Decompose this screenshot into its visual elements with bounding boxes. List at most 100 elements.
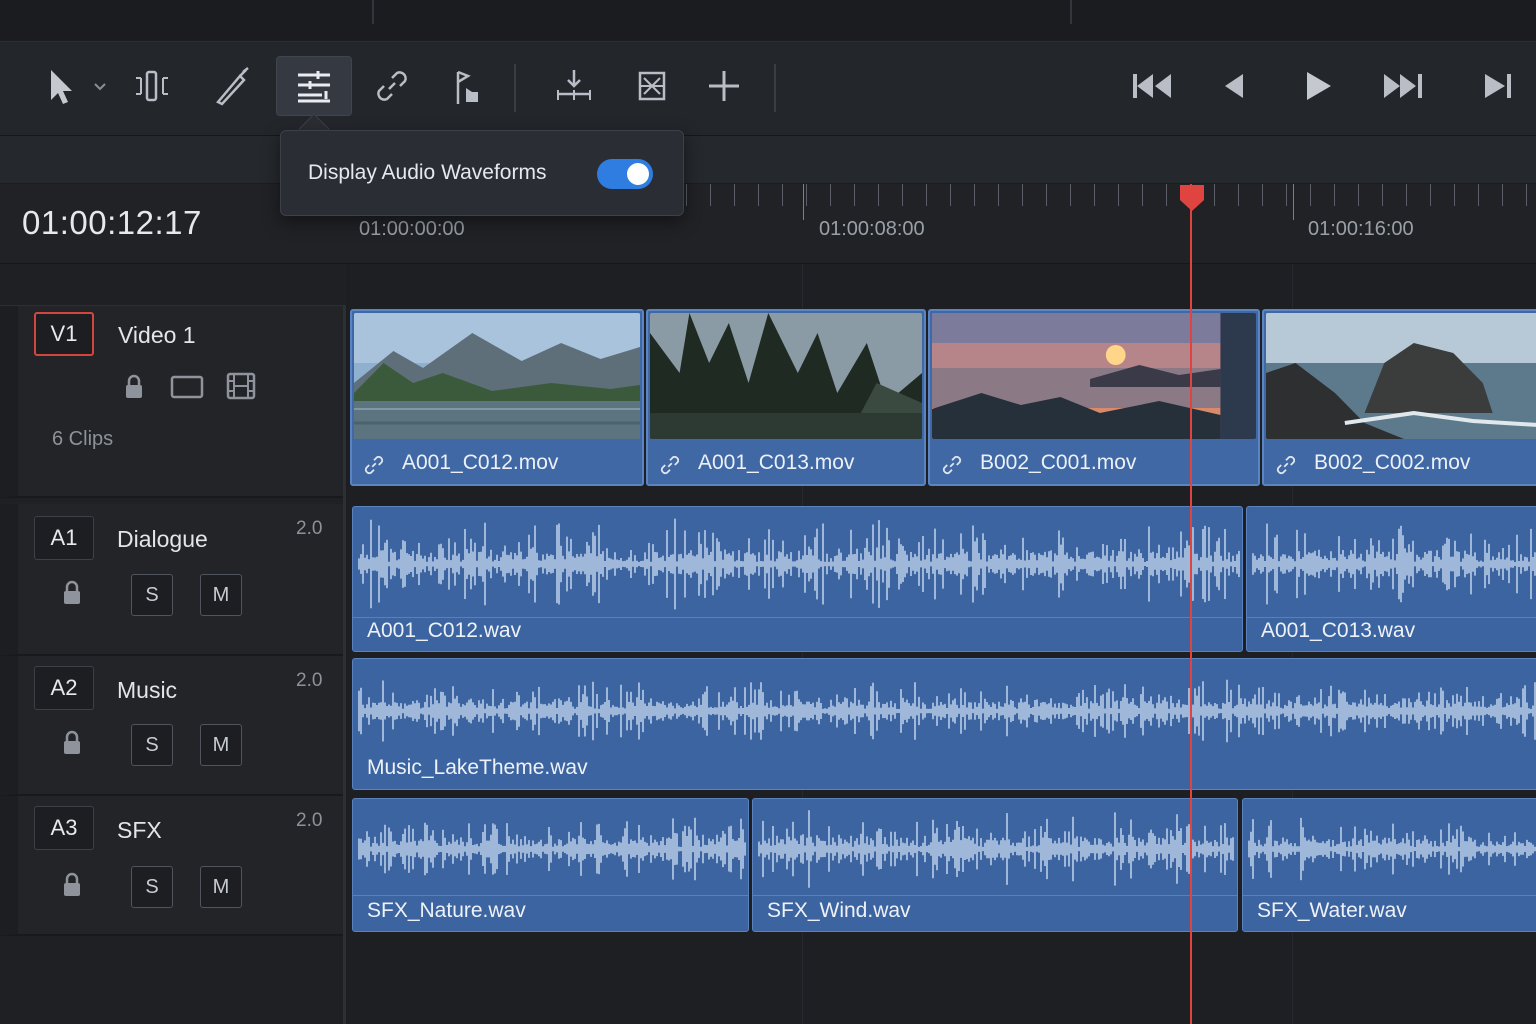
ruler-tick <box>1334 184 1335 206</box>
solo-button[interactable]: S <box>131 574 173 616</box>
lock-icon[interactable] <box>60 580 84 606</box>
blade-icon <box>216 67 249 106</box>
audio-waveform <box>1252 523 1536 605</box>
track-headers: V1 Video 1 6 Clips A1 Dialogue 2.0 S M A… <box>0 264 346 1024</box>
mute-button[interactable]: M <box>200 866 242 908</box>
audio-clip[interactable]: SFX_Nature.wav <box>352 798 749 932</box>
skip-to-end-button[interactable] <box>1472 56 1522 116</box>
solo-button[interactable]: S <box>131 724 173 766</box>
view-options-icon <box>298 71 330 103</box>
audio-clip[interactable]: Music_LakeTheme.wav <box>352 658 1536 790</box>
video-clip[interactable]: A001_C012.mov <box>350 309 644 486</box>
ruler-tick <box>710 184 711 206</box>
play-button[interactable] <box>1292 56 1342 116</box>
marker-button[interactable] <box>626 56 678 116</box>
track-badge-v1[interactable]: V1 <box>34 312 94 356</box>
ruler-tick <box>1262 184 1263 206</box>
ruler-tick <box>1046 184 1047 206</box>
ruler-tick <box>1382 184 1383 206</box>
audio-waveform <box>758 810 1234 888</box>
ruler-tick <box>1526 184 1527 206</box>
track-name[interactable]: SFX <box>117 817 162 844</box>
ruler-label: 01:00:08:00 <box>819 218 925 240</box>
mute-button[interactable]: M <box>200 574 242 616</box>
skip-to-end-icon <box>1485 74 1511 98</box>
track-header-a1[interactable]: A1 Dialogue 2.0 S M <box>0 504 343 656</box>
blade-tool-button[interactable] <box>206 56 258 116</box>
ruler-tick <box>758 184 759 206</box>
clip-thumbnail <box>932 313 1256 439</box>
mute-button[interactable]: M <box>200 724 242 766</box>
audio-clip[interactable]: SFX_Wind.wav <box>752 798 1238 932</box>
solo-button[interactable]: S <box>131 866 173 908</box>
track-name[interactable]: Dialogue <box>117 526 208 553</box>
clip-name: B002_C002.mov <box>1314 451 1471 474</box>
waveform-path <box>758 810 1234 888</box>
audio-clip[interactable]: A001_C013.wav <box>1246 506 1536 652</box>
clip-divider <box>1243 895 1536 896</box>
video-clip[interactable]: B002_C001.mov <box>928 309 1260 486</box>
ruler-major-tick <box>803 184 804 220</box>
track-name[interactable]: Music <box>117 677 177 704</box>
ruler-tick <box>1118 184 1119 206</box>
trim-tool-button[interactable] <box>126 56 178 116</box>
monitor-icon[interactable] <box>170 374 204 400</box>
film-strip-icon[interactable] <box>226 372 256 400</box>
playhead-handle[interactable] <box>1179 184 1205 212</box>
playhead-line[interactable] <box>1190 184 1192 1024</box>
ruler-tick <box>1094 184 1095 206</box>
audio-clip[interactable]: A001_C012.wav <box>352 506 1243 652</box>
ruler-label: 01:00:16:00 <box>1308 218 1414 240</box>
ruler-tick <box>950 184 951 206</box>
video-clip[interactable]: A001_C013.mov <box>646 309 926 486</box>
step-back-icon <box>1225 74 1243 98</box>
add-button[interactable] <box>698 56 750 116</box>
track-header-a3[interactable]: A3 SFX 2.0 S M <box>0 796 343 936</box>
flag-tool-button[interactable] <box>440 56 492 116</box>
ruler-tick <box>998 184 999 206</box>
panel-divider[interactable] <box>372 0 374 24</box>
linked-selection-button[interactable] <box>366 56 418 116</box>
clip-name: SFX_Nature.wav <box>367 899 526 922</box>
ruler-tick <box>1430 184 1431 206</box>
audio-clip[interactable]: SFX_Water.wav <box>1242 798 1536 932</box>
ruler-tick <box>1238 184 1239 206</box>
clip-thumbnail <box>354 313 640 439</box>
clip-count: 6 Clips <box>52 428 114 450</box>
flag-icon <box>456 70 478 104</box>
timeline-view-options-button[interactable] <box>276 56 352 116</box>
clip-divider <box>1247 617 1536 618</box>
timecode-display[interactable]: 01:00:12:17 <box>22 204 202 242</box>
track-name[interactable]: Video 1 <box>118 322 196 349</box>
step-back-button[interactable] <box>1208 56 1258 116</box>
link-icon <box>660 455 680 475</box>
ruler-tick <box>1310 184 1311 206</box>
track-header-a2[interactable]: A2 Music 2.0 S M <box>0 656 343 796</box>
ruler-tick <box>974 184 975 206</box>
timeline-tracks[interactable]: A001_C012.mov A001_C013.mov B002_C001.mo… <box>349 264 1536 1024</box>
clip-thumbnail <box>1266 313 1536 439</box>
lock-icon[interactable] <box>122 374 146 400</box>
selection-tool-button[interactable] <box>36 56 112 116</box>
skip-to-start-icon <box>1133 74 1171 98</box>
display-waveforms-toggle[interactable] <box>597 159 653 189</box>
video-clip[interactable]: B002_C002.mov <box>1262 309 1536 486</box>
skip-to-start-button[interactable] <box>1122 56 1182 116</box>
lock-icon[interactable] <box>60 872 84 898</box>
ruler-tick <box>926 184 927 206</box>
ruler-tick <box>902 184 903 206</box>
track-header-v1[interactable]: V1 Video 1 6 Clips <box>0 306 343 498</box>
toggle-knob <box>627 163 649 185</box>
snapping-button[interactable] <box>546 56 602 116</box>
track-badge-a3[interactable]: A3 <box>34 806 94 850</box>
marker-icon <box>638 71 666 101</box>
track-badge-a1[interactable]: A1 <box>34 516 94 560</box>
panel-divider[interactable] <box>1070 0 1072 24</box>
skip-next-button[interactable] <box>1374 56 1432 116</box>
clip-name: SFX_Water.wav <box>1257 899 1407 922</box>
clip-thumbnail <box>650 313 922 439</box>
track-badge-a2[interactable]: A2 <box>34 666 94 710</box>
lock-icon[interactable] <box>60 730 84 756</box>
ruler-tick <box>686 184 687 206</box>
ruler-tick <box>854 184 855 206</box>
